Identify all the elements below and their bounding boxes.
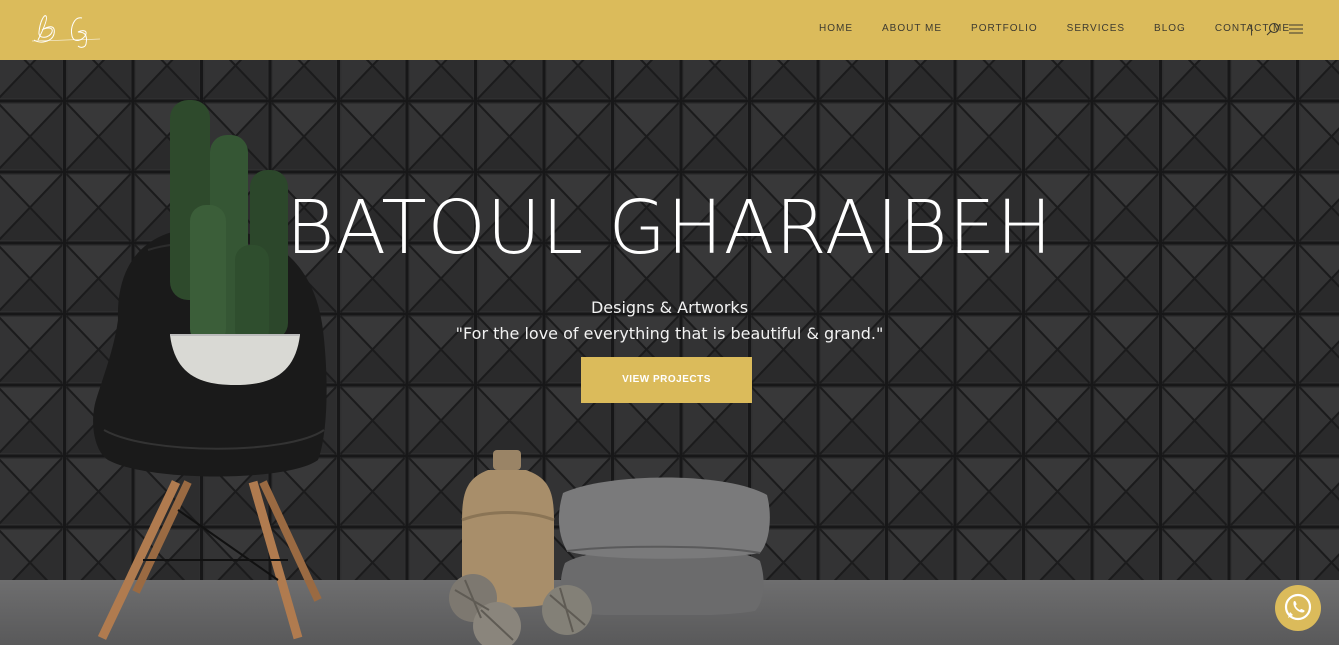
- logo[interactable]: [30, 10, 104, 50]
- main-nav: HOME ABOUT ME PORTFOLIO SERVICES BLOG CO…: [790, 22, 1290, 36]
- view-projects-button[interactable]: VIEW PROJECTS: [581, 357, 752, 403]
- nav-about-me[interactable]: ABOUT ME: [882, 22, 942, 36]
- whatsapp-button[interactable]: [1275, 585, 1321, 631]
- nav-services[interactable]: SERVICES: [1067, 22, 1125, 36]
- decorative-balls-illustration: [449, 574, 592, 645]
- nav-home[interactable]: HOME: [819, 22, 853, 36]
- hero-subtitle: Designs & Artworks: [590, 298, 749, 317]
- search-icon[interactable]: [1266, 22, 1280, 36]
- menu-icon[interactable]: [1289, 23, 1303, 35]
- nav-blog[interactable]: BLOG: [1154, 22, 1186, 36]
- hero-section: BATOUL GHARAIBEH Designs & Artworks "For…: [0, 60, 1339, 645]
- nav-portfolio[interactable]: PORTFOLIO: [971, 22, 1038, 36]
- hero-quote: "For the love of everything that is beau…: [455, 324, 884, 343]
- hero-title: BATOUL GHARAIBEH: [285, 185, 1054, 271]
- whatsapp-icon: [1284, 593, 1312, 621]
- nav-divider: |: [1250, 22, 1254, 36]
- site-header: HOME ABOUT ME PORTFOLIO SERVICES BLOG CO…: [0, 0, 1339, 60]
